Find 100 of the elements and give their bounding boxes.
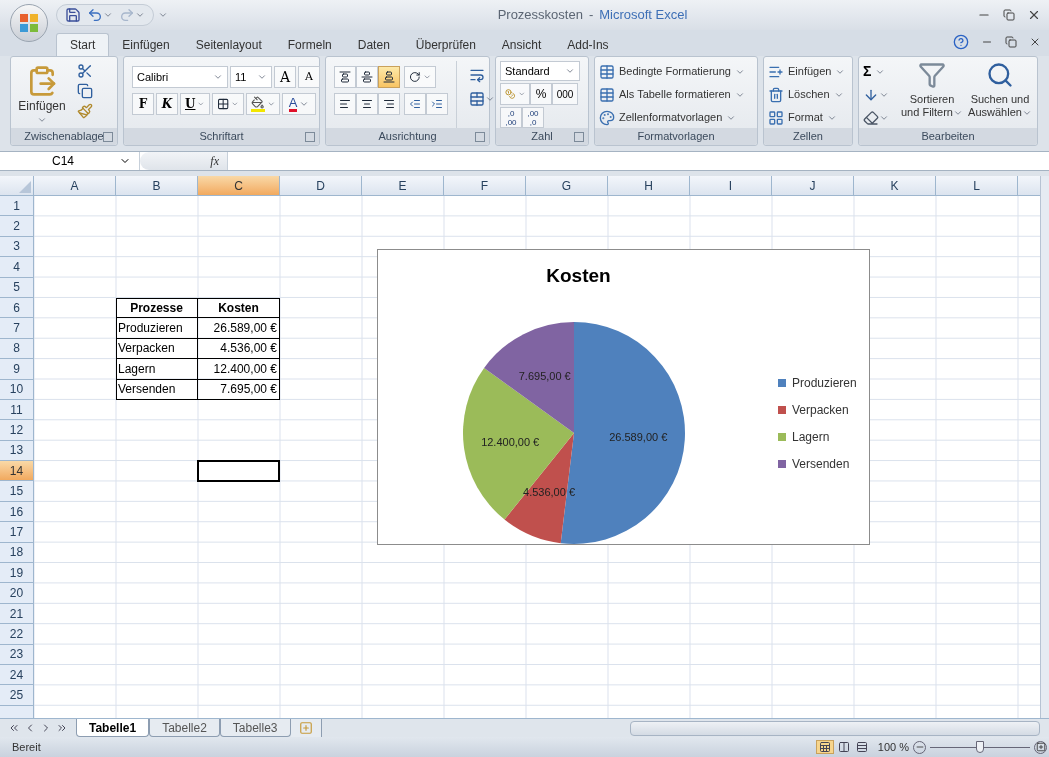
percent-button[interactable]: % bbox=[530, 83, 552, 105]
shrink-font-button[interactable]: A bbox=[298, 66, 320, 88]
name-box[interactable]: C14 bbox=[0, 152, 140, 170]
number-format-dropdown[interactable]: Standard bbox=[500, 61, 580, 81]
function-label[interactable]: fx bbox=[210, 152, 219, 170]
sheet-nav-button[interactable] bbox=[8, 722, 20, 734]
sort-filter-button[interactable]: Sortieren und Filtern bbox=[897, 61, 967, 128]
vertical-scrollbar[interactable] bbox=[1040, 176, 1049, 718]
ribbon-tab[interactable]: Überprüfen bbox=[402, 33, 489, 56]
column-header[interactable]: J bbox=[772, 176, 854, 195]
decrease-indent-button[interactable] bbox=[404, 93, 426, 115]
cut-button[interactable] bbox=[77, 63, 93, 79]
italic-button[interactable]: K bbox=[156, 93, 178, 115]
help-button[interactable] bbox=[953, 34, 969, 50]
restore-button[interactable] bbox=[1003, 9, 1015, 21]
row-header[interactable]: 2 bbox=[0, 216, 34, 237]
underline-button[interactable]: U bbox=[180, 93, 210, 115]
zoom-slider-thumb[interactable] bbox=[976, 740, 984, 753]
dialog-launcher[interactable] bbox=[574, 131, 584, 142]
save-button[interactable] bbox=[65, 7, 81, 23]
row-header[interactable]: 11 bbox=[0, 399, 34, 421]
align-center-button[interactable] bbox=[356, 93, 378, 115]
increase-indent-button[interactable] bbox=[426, 93, 448, 115]
decrease-decimal-button[interactable]: ,00 ,0 bbox=[522, 107, 544, 128]
ribbon-tab[interactable]: Daten bbox=[344, 33, 403, 56]
vertical-align-button[interactable] bbox=[356, 66, 378, 88]
paste-button[interactable]: Einfügen bbox=[15, 61, 69, 128]
row-header[interactable]: 4 bbox=[0, 257, 34, 278]
ribbon-tab[interactable]: Start bbox=[56, 33, 110, 56]
cells-menu-button[interactable]: Format bbox=[768, 108, 846, 127]
align-left-button[interactable] bbox=[334, 93, 356, 115]
column-header[interactable]: F bbox=[444, 176, 526, 195]
style-menu-button[interactable]: Bedingte Formatierung bbox=[599, 62, 745, 81]
undo-button[interactable] bbox=[87, 7, 113, 23]
column-header[interactable]: E bbox=[362, 176, 444, 195]
row-header[interactable]: 24 bbox=[0, 665, 34, 686]
column-header[interactable]: I bbox=[690, 176, 772, 195]
row-header[interactable]: 10 bbox=[0, 379, 34, 400]
vertical-align-button[interactable] bbox=[378, 66, 400, 88]
row-header[interactable]: 22 bbox=[0, 624, 34, 645]
dialog-launcher[interactable] bbox=[103, 131, 113, 142]
row-header[interactable]: 15 bbox=[0, 481, 34, 502]
sheet-tab[interactable]: Tabelle2 bbox=[149, 719, 220, 737]
row-header[interactable]: 9 bbox=[0, 359, 34, 380]
vertical-align-button[interactable] bbox=[334, 66, 356, 88]
row-header[interactable]: 25 bbox=[0, 685, 34, 706]
row-header[interactable]: 3 bbox=[0, 236, 34, 258]
ribbon-tab[interactable]: Einfügen bbox=[109, 33, 183, 56]
column-header[interactable]: D bbox=[280, 176, 362, 195]
style-menu-button[interactable]: Zellenformatvorlagen bbox=[599, 108, 745, 127]
find-select-button[interactable]: Suchen und Auswählen bbox=[967, 61, 1033, 128]
column-header[interactable]: H bbox=[608, 176, 690, 195]
align-right-button[interactable] bbox=[378, 93, 400, 115]
fill-color-button[interactable] bbox=[246, 93, 280, 115]
column-header[interactable]: A bbox=[34, 176, 116, 195]
column-header[interactable]: K bbox=[854, 176, 936, 195]
horizontal-scrollbar[interactable] bbox=[630, 720, 1040, 736]
grow-font-button[interactable]: A bbox=[274, 66, 296, 88]
row-header[interactable]: 13 bbox=[0, 440, 34, 462]
cells-menu-button[interactable]: Löschen bbox=[768, 85, 846, 104]
workbook-close-button[interactable] bbox=[1029, 36, 1041, 48]
zoom-slider[interactable] bbox=[930, 740, 1030, 754]
office-button[interactable] bbox=[10, 4, 48, 42]
column-header[interactable]: C bbox=[198, 176, 280, 195]
row-header[interactable]: 7 bbox=[0, 318, 34, 339]
row-header[interactable]: 20 bbox=[0, 583, 34, 604]
row-header[interactable]: 5 bbox=[0, 277, 34, 298]
format-painter-button[interactable] bbox=[77, 103, 93, 119]
sheet-nav-button[interactable] bbox=[56, 722, 68, 734]
zoom-in-button[interactable] bbox=[1034, 740, 1047, 754]
row-header[interactable]: 14 bbox=[0, 461, 34, 482]
workbook-restore-button[interactable] bbox=[1005, 36, 1017, 48]
font-name-dropdown[interactable]: Calibri bbox=[132, 66, 228, 88]
column-header[interactable]: G bbox=[526, 176, 608, 195]
column-header[interactable]: L bbox=[936, 176, 1018, 195]
copy-button[interactable] bbox=[77, 83, 93, 99]
row-header[interactable]: 23 bbox=[0, 644, 34, 665]
style-menu-button[interactable]: Als Tabelle formatieren bbox=[599, 85, 745, 104]
dialog-launcher[interactable] bbox=[475, 131, 485, 142]
row-header[interactable]: 1 bbox=[0, 196, 34, 217]
cells-menu-button[interactable]: Einfügen bbox=[768, 62, 846, 81]
font-size-dropdown[interactable]: 11 bbox=[230, 66, 272, 88]
row-header[interactable]: 6 bbox=[0, 297, 34, 319]
row-header[interactable]: 16 bbox=[0, 501, 34, 523]
bold-button[interactable]: F bbox=[132, 93, 154, 115]
normal-view-button[interactable] bbox=[815, 740, 834, 754]
font-color-button[interactable]: A bbox=[282, 93, 316, 115]
row-header[interactable]: 17 bbox=[0, 522, 34, 543]
row-header[interactable]: 21 bbox=[0, 603, 34, 625]
ribbon-tab[interactable]: Seitenlayout bbox=[182, 33, 275, 56]
ribbon-tab[interactable]: Ansicht bbox=[488, 33, 555, 56]
sheet-tab[interactable]: Tabelle3 bbox=[219, 719, 291, 737]
sum-button[interactable]: Σ bbox=[863, 62, 897, 81]
row-header[interactable]: 19 bbox=[0, 563, 34, 584]
merge-button[interactable] bbox=[469, 91, 495, 107]
increase-decimal-button[interactable]: ,0 ,00 bbox=[500, 107, 522, 128]
sheet-tab[interactable]: Tabelle1 bbox=[76, 719, 150, 737]
orientation-button[interactable] bbox=[404, 66, 436, 88]
zoom-level[interactable]: 100 % bbox=[877, 738, 909, 756]
borders-button[interactable] bbox=[212, 93, 244, 115]
